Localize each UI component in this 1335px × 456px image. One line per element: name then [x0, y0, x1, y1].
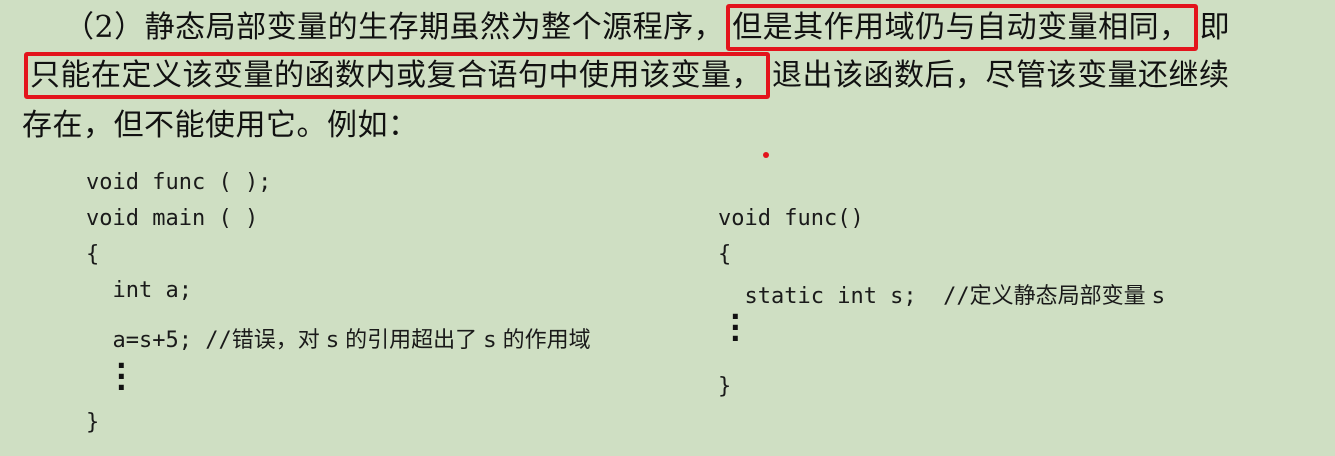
line2-suffix: 退出该函数后，尽管该变量还继续 — [772, 58, 1230, 93]
ellipsis-vertical-icon: · · · — [116, 349, 127, 404]
paragraph-line-2: 只能在定义该变量的函数内或复合语句中使用该变量， 退出该函数后，尽管该变量还继续 — [22, 50, 1230, 99]
paragraph-line-1: （2）静态局部变量的生存期虽然为整个源程序， 但是其作用域仍与自动变量相同，即 — [64, 2, 1231, 51]
highlight-box-1: 但是其作用域仍与自动变量相同， — [726, 4, 1198, 51]
code-left-line-5-comment: 错误，对 s 的引用超出了 s 的作用域 — [231, 328, 591, 353]
paragraph-line-3: 存在，但不能使用它。例如： — [22, 100, 419, 144]
code-left-line-5-code: a=s+5; // — [86, 328, 232, 353]
line1-suffix: 即 — [1199, 10, 1231, 45]
code-right-line-3: static int s; //定义静态局部变量 s — [718, 278, 1164, 310]
code-left-line-4: int a; — [86, 278, 192, 303]
code-right-line-3-code: static int s; // — [718, 284, 970, 309]
code-left-line-1: void func ( ); — [86, 170, 272, 195]
line3-text: 存在，但不能使用它。例如： — [22, 108, 419, 143]
code-left-line-5: a=s+5; //错误，对 s 的引用超出了 s 的作用域 — [86, 322, 591, 354]
code-left-line-3: { — [86, 242, 100, 267]
ellipsis-vertical-icon: · · · — [730, 300, 741, 355]
highlight-box-2: 只能在定义该变量的函数内或复合语句中使用该变量， — [24, 52, 770, 99]
red-dot-mark — [763, 152, 769, 158]
code-left-line-2: void main ( ) — [86, 206, 259, 231]
code-right-line-3-comment: 定义静态局部变量 s — [969, 284, 1165, 309]
code-right-line-4: } — [718, 374, 732, 399]
line1-text: （2）静态局部变量的生存期虽然为整个源程序， — [64, 10, 725, 45]
code-left-line-6: } — [86, 410, 100, 435]
code-right-line-1: void func() — [718, 206, 864, 231]
code-right-line-2: { — [718, 242, 732, 267]
